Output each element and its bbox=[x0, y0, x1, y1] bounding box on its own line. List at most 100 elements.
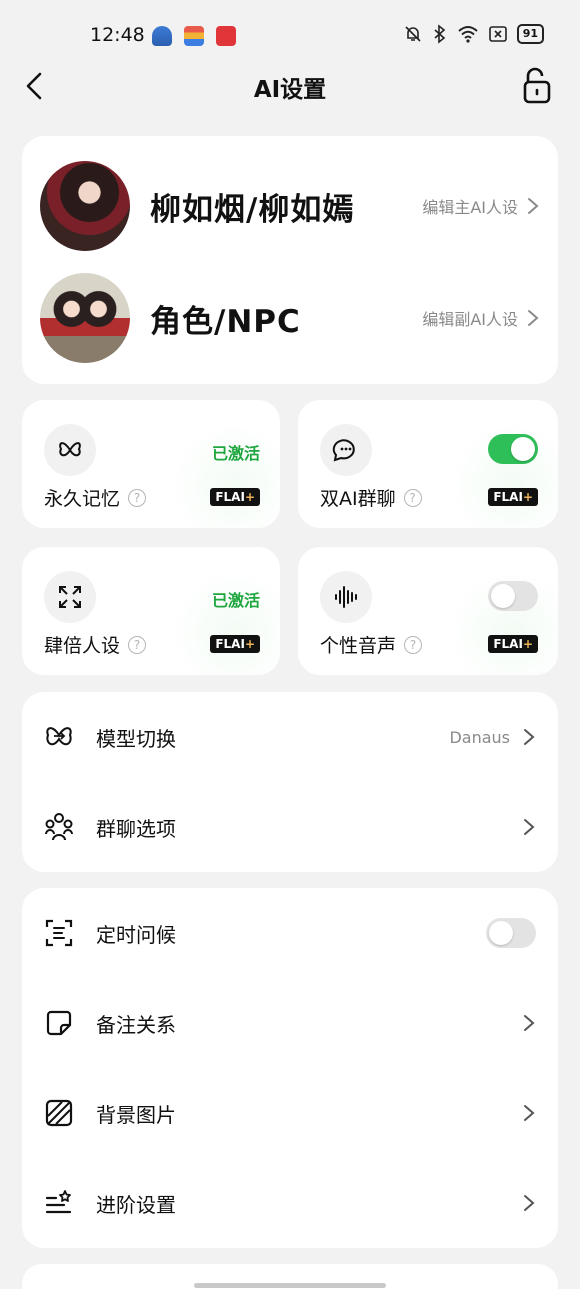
tile-decoration bbox=[170, 567, 280, 675]
chat-bubble-icon bbox=[332, 439, 355, 462]
flai-plus-badge: FLAI+ bbox=[488, 635, 538, 653]
voice-toggle[interactable] bbox=[488, 581, 538, 611]
unlock-icon bbox=[523, 67, 551, 104]
dual-ai-toggle[interactable] bbox=[488, 434, 538, 464]
battery-indicator: 91 bbox=[516, 24, 544, 44]
background-image-row[interactable]: 背景图片 bbox=[22, 1068, 558, 1158]
page-title: AI设置 bbox=[253, 77, 327, 103]
help-icon[interactable]: ? bbox=[404, 635, 423, 654]
voice-label: 个性音声 bbox=[320, 635, 397, 657]
tile-decoration bbox=[170, 420, 280, 528]
wifi-icon bbox=[458, 26, 478, 43]
top-bar: AI设置 bbox=[0, 64, 580, 108]
badge-plus: + bbox=[244, 637, 255, 651]
dual-ai-label: 双AI群聊 bbox=[320, 488, 396, 510]
chevron-right-icon bbox=[528, 198, 539, 214]
edit-sub-persona-link: 编辑副AI人设 bbox=[422, 310, 518, 329]
timer-icon bbox=[45, 919, 73, 947]
persona-tile[interactable]: 已激活 肆倍人设 ? FLAI+ bbox=[22, 547, 280, 675]
avatar bbox=[40, 273, 130, 363]
help-icon[interactable]: ? bbox=[128, 488, 147, 507]
badge-plus: + bbox=[244, 490, 255, 504]
chevron-right-icon bbox=[524, 819, 535, 835]
tile-icon-wrap bbox=[44, 1008, 74, 1038]
tile-icon-wrap bbox=[44, 812, 74, 842]
app-notification-icon bbox=[152, 26, 172, 46]
notification-icons bbox=[152, 26, 236, 46]
persona-status: 已激活 bbox=[211, 591, 260, 610]
model-switch-row[interactable]: 模型切换 Danaus bbox=[22, 692, 558, 782]
timed-greeting-toggle[interactable] bbox=[486, 918, 536, 948]
chevron-right-icon bbox=[524, 1195, 535, 1211]
note-relation-row[interactable]: 备注关系 bbox=[22, 978, 558, 1068]
image-icon bbox=[45, 1099, 73, 1127]
voice-tile: 个性音声 ? FLAI+ bbox=[298, 547, 558, 675]
timed-greeting-label: 定时问候 bbox=[96, 922, 176, 947]
app-notification-icon bbox=[216, 26, 236, 46]
chevron-right-icon bbox=[524, 729, 535, 745]
tile-icon-bg bbox=[44, 571, 96, 623]
chevron-right-icon bbox=[528, 310, 539, 326]
dual-ai-tile: 双AI群聊 ? FLAI+ bbox=[298, 400, 558, 528]
badge-plus: + bbox=[522, 490, 533, 504]
toggle-knob bbox=[489, 921, 513, 945]
app-notification-icon bbox=[184, 26, 204, 46]
toggle-knob bbox=[491, 584, 515, 608]
mute-bell-icon bbox=[405, 26, 421, 42]
model-switch-label: 模型切换 bbox=[96, 726, 176, 751]
badge-text: FLAI bbox=[493, 637, 523, 651]
edit-main-persona-link: 编辑主AI人设 bbox=[422, 198, 518, 217]
badge-text: FLAI bbox=[215, 637, 245, 651]
butterfly-icon bbox=[59, 442, 81, 457]
tile-icon-wrap bbox=[44, 1188, 74, 1218]
flai-plus-badge: FLAI+ bbox=[210, 635, 260, 653]
tile-icon-bg bbox=[44, 424, 96, 476]
tile-icon-wrap bbox=[44, 918, 74, 948]
model-switch-icon bbox=[46, 727, 72, 746]
sim-icon bbox=[488, 26, 507, 42]
tile-icon-bg bbox=[320, 424, 372, 476]
memory-status: 已激活 bbox=[211, 444, 260, 463]
tile-icon-bg bbox=[320, 571, 372, 623]
note-relation-label: 备注关系 bbox=[96, 1012, 176, 1037]
tile-icon-wrap bbox=[44, 722, 74, 752]
toggle-knob bbox=[511, 437, 535, 461]
general-settings-card: 定时问候 备注关系 背景图片 进阶设置 bbox=[22, 888, 558, 1248]
badge-plus: + bbox=[522, 637, 533, 651]
persona-label-group: 肆倍人设 ? bbox=[44, 631, 147, 658]
model-settings-card: 模型切换 Danaus 群聊选项 bbox=[22, 692, 558, 872]
memory-label: 永久记忆 bbox=[44, 488, 121, 510]
badge-text: FLAI bbox=[215, 490, 245, 504]
advanced-settings-row[interactable]: 进阶设置 bbox=[22, 1158, 558, 1248]
advanced-icon bbox=[45, 1190, 72, 1214]
sound-wave-icon bbox=[335, 586, 357, 608]
dual-ai-label-group: 双AI群聊 ? bbox=[320, 484, 422, 511]
lock-button[interactable] bbox=[520, 66, 554, 106]
group-chat-options-row[interactable]: 群聊选项 bbox=[22, 782, 558, 872]
help-icon[interactable]: ? bbox=[128, 635, 147, 654]
tile-icon-wrap bbox=[44, 1098, 74, 1128]
memory-label-group: 永久记忆 ? bbox=[44, 484, 147, 511]
note-icon bbox=[46, 1010, 72, 1036]
group-icon bbox=[45, 813, 73, 841]
advanced-settings-label: 进阶设置 bbox=[96, 1192, 176, 1217]
timed-greeting-row: 定时问候 bbox=[22, 888, 558, 978]
help-icon[interactable]: ? bbox=[403, 488, 422, 507]
background-image-label: 背景图片 bbox=[96, 1102, 176, 1127]
badge-text: FLAI bbox=[493, 490, 523, 504]
character-card: 柳如烟/柳如嫣 编辑主AI人设 角色/NPC 编辑副AI人设 bbox=[22, 136, 558, 384]
avatar bbox=[40, 161, 130, 251]
flai-plus-badge: FLAI+ bbox=[488, 488, 538, 506]
status-time: 12:48 bbox=[90, 24, 145, 46]
chevron-right-icon bbox=[524, 1105, 535, 1121]
home-indicator[interactable] bbox=[194, 1283, 386, 1288]
flai-plus-badge: FLAI+ bbox=[210, 488, 260, 506]
sub-character-row[interactable]: 角色/NPC 编辑副AI人设 bbox=[40, 270, 540, 366]
sub-character-name: 角色/NPC bbox=[150, 303, 301, 340]
model-switch-value: Danaus bbox=[449, 727, 510, 747]
bluetooth-icon bbox=[434, 24, 445, 44]
voice-label-group: 个性音声 ? bbox=[320, 631, 423, 658]
group-chat-options-label: 群聊选项 bbox=[96, 816, 176, 841]
main-character-row[interactable]: 柳如烟/柳如嫣 编辑主AI人设 bbox=[40, 158, 540, 254]
memory-tile[interactable]: 已激活 永久记忆 ? FLAI+ bbox=[22, 400, 280, 528]
